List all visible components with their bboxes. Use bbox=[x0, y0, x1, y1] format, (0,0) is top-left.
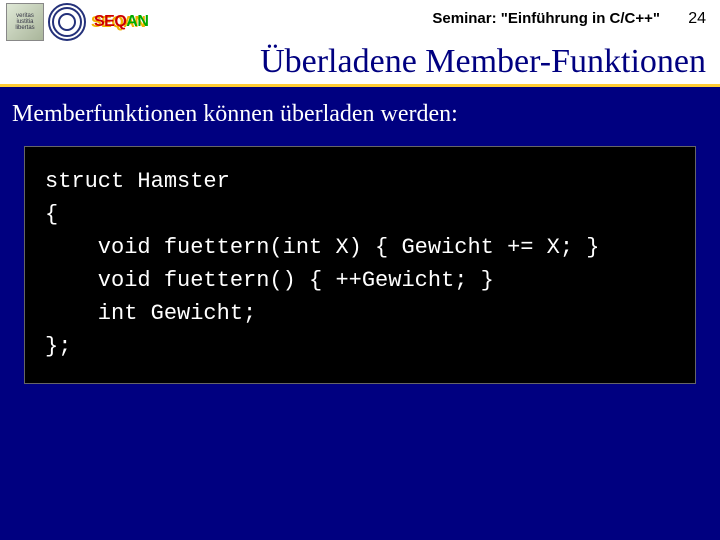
institute-logo-icon bbox=[48, 3, 86, 41]
title-bar: Überladene Member-Funktionen bbox=[0, 44, 720, 87]
seqan-logo-seq: SEQ bbox=[94, 13, 126, 30]
header-bar: veritas iustitia libertas SEQAN SEQAN Se… bbox=[0, 0, 720, 44]
slide-title: Überladene Member-Funktionen bbox=[0, 44, 706, 80]
logo-cluster: veritas iustitia libertas SEQAN SEQAN bbox=[0, 3, 152, 41]
intro-text: Memberfunktionen können überladen werden… bbox=[0, 87, 720, 138]
university-seal-icon: veritas iustitia libertas bbox=[6, 3, 44, 41]
university-motto: veritas iustitia libertas bbox=[7, 13, 43, 31]
code-block: struct Hamster { void fuettern(int X) { … bbox=[24, 146, 696, 384]
page-number: 24 bbox=[688, 10, 706, 28]
seminar-label: Seminar: "Einführung in C/C++" bbox=[432, 10, 660, 27]
seqan-logo-icon: SEQAN SEQAN bbox=[90, 13, 152, 31]
seqan-logo-an: AN bbox=[126, 13, 148, 30]
